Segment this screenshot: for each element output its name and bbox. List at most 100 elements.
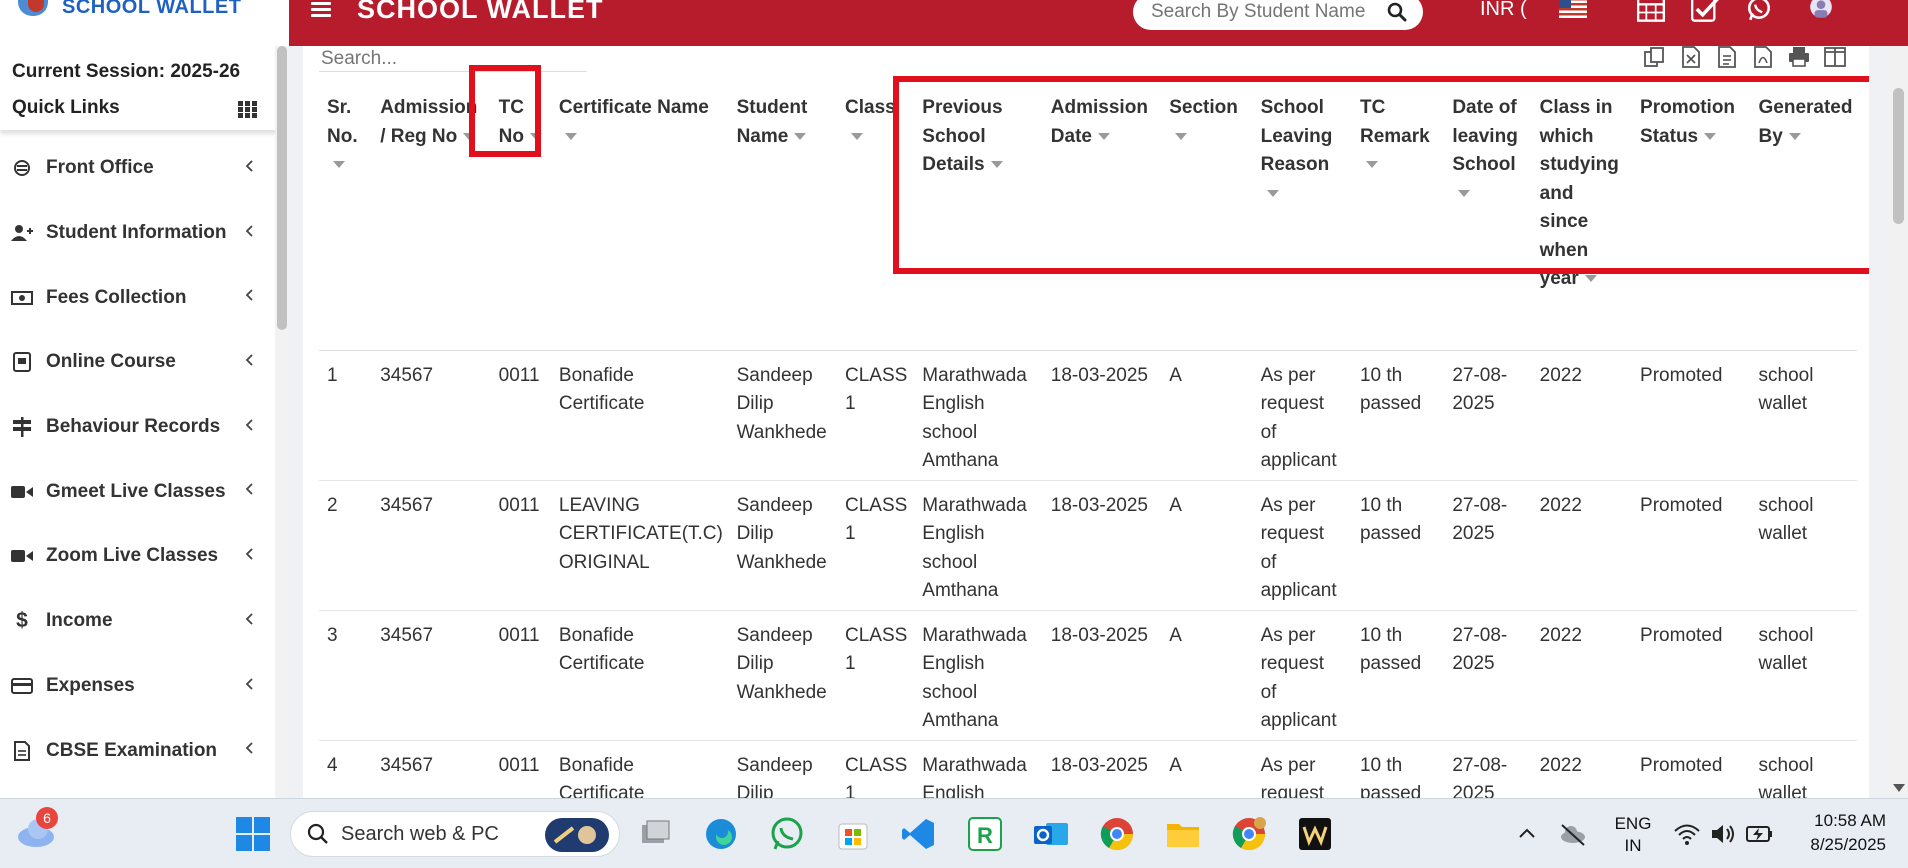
sort-caret-icon[interactable]: [1097, 132, 1110, 140]
table-search-input[interactable]: [319, 46, 587, 72]
sidebar-item-fees-collection[interactable]: Fees Collection: [0, 265, 275, 330]
export-toolbar: [1643, 46, 1847, 68]
sort-caret-icon[interactable]: [333, 161, 345, 169]
column-header[interactable]: Student Name: [728, 94, 837, 351]
chevron-up-icon[interactable]: [1508, 815, 1546, 853]
sidebar-item-gmeet-live-classes[interactable]: Gmeet Live Classes: [0, 459, 275, 524]
sort-caret-icon[interactable]: [1365, 161, 1378, 169]
table-cell: As per request of applicant: [1252, 480, 1352, 611]
table-cell: 34567: [372, 350, 491, 481]
student-search-box: [1133, 0, 1423, 30]
notification-badge: 6: [36, 807, 58, 829]
onedrive-offline-icon[interactable]: [1554, 815, 1592, 853]
column-header[interactable]: Sr. No.: [319, 94, 373, 351]
scroll-down-arrow-icon[interactable]: [1893, 784, 1905, 792]
page-scrollbar[interactable]: [1889, 46, 1908, 798]
sidebar-item-zoom-live-classes[interactable]: Zoom Live Classes: [0, 524, 275, 589]
wifi-icon[interactable]: [1668, 815, 1706, 853]
brand-logo-area[interactable]: SCHOOL WALLET: [0, 0, 289, 46]
table-cell: school wallet: [1750, 610, 1857, 741]
search-icon[interactable]: [1387, 2, 1407, 22]
sidebar-item-behaviour-records[interactable]: Behaviour Records: [0, 395, 275, 460]
column-header[interactable]: TC Remark: [1351, 94, 1445, 351]
column-header[interactable]: Class: [837, 94, 915, 351]
pdf-icon[interactable]: [1751, 46, 1775, 68]
taskbar-search-box[interactable]: Search web & PC: [290, 811, 620, 857]
sort-caret-icon[interactable]: [529, 132, 542, 140]
table-row[interactable]: 4 34567 0011 Bonafide Certificate Sandeep Di…: [319, 740, 1857, 798]
column-header[interactable]: Previous School Details: [914, 94, 1043, 351]
column-header[interactable]: Admission / Reg No: [372, 94, 491, 351]
table-row[interactable]: 2 34567 0011 LEAVING CERTIFICATE(T.C) ORIGI…: [319, 480, 1857, 611]
sort-caret-icon[interactable]: [564, 132, 577, 140]
system-clock[interactable]: 10:58 AM 8/25/2025: [1796, 809, 1886, 857]
sort-caret-icon[interactable]: [1584, 275, 1597, 283]
copy-icon[interactable]: [1643, 46, 1667, 68]
columns-icon[interactable]: [1823, 46, 1847, 68]
chevron-left-icon: [245, 483, 253, 496]
profile-icon[interactable]: [1807, 0, 1835, 22]
chrome-profile-icon[interactable]: [1230, 815, 1268, 853]
chevron-left-icon: [245, 225, 253, 237]
sidebar-item-front-office[interactable]: Front Office: [0, 136, 275, 201]
file-explorer-icon[interactable]: [1164, 815, 1202, 853]
column-header[interactable]: Generated By: [1750, 94, 1857, 351]
us-flag-icon[interactable]: [1559, 0, 1587, 22]
input-language-indicator[interactable]: ENG IN: [1612, 813, 1654, 857]
sort-caret-icon[interactable]: [463, 132, 476, 140]
table-cell: Promoted: [1632, 480, 1751, 611]
outlook-icon[interactable]: [1032, 815, 1070, 853]
table-cell: 18-03-2025: [1042, 610, 1162, 741]
r-app-icon[interactable]: R: [966, 815, 1004, 853]
currency-selector[interactable]: INR (: [1480, 0, 1527, 21]
sort-caret-icon[interactable]: [990, 161, 1003, 169]
column-header[interactable]: TC No: [490, 94, 551, 351]
chrome-icon[interactable]: [1098, 815, 1136, 853]
menu-toggle-icon[interactable]: [311, 2, 331, 18]
task-check-icon[interactable]: [1691, 0, 1719, 22]
sort-caret-icon[interactable]: [794, 132, 807, 140]
microsoft-store-icon[interactable]: [834, 815, 872, 853]
volume-icon[interactable]: [1704, 815, 1742, 853]
whatsapp-icon[interactable]: [1745, 0, 1773, 22]
column-header[interactable]: Certificate Name: [550, 94, 729, 351]
sidebar-item-cbse-examination[interactable]: CBSE Examination: [0, 718, 275, 783]
windows-start-icon[interactable]: [234, 815, 272, 853]
sidebar-item-online-course[interactable]: Online Course: [0, 330, 275, 395]
table-row[interactable]: 1 34567 0011 Bonafide Certificate Sandeep Di…: [319, 350, 1857, 481]
sidebar-item-income[interactable]: $ Income: [0, 589, 275, 654]
table-cell: Marathwada English school Amthana: [914, 480, 1043, 611]
calendar-grid-icon[interactable]: [1637, 0, 1665, 22]
sort-caret-icon[interactable]: [1788, 132, 1801, 140]
edge-browser-icon[interactable]: [702, 815, 740, 853]
column-header[interactable]: School Leaving Reason: [1252, 94, 1352, 351]
whatsapp-app-icon[interactable]: [768, 815, 806, 853]
sort-caret-icon[interactable]: [1704, 132, 1717, 140]
sidebar-scroll-thumb[interactable]: [277, 46, 287, 330]
wix-app-icon[interactable]: [1296, 815, 1334, 853]
sort-caret-icon[interactable]: [851, 132, 863, 140]
sidebar-item-student-information[interactable]: Student Information: [0, 201, 275, 266]
battery-charging-icon[interactable]: [1740, 815, 1778, 853]
student-search-input[interactable]: [1151, 1, 1371, 23]
task-view-icon[interactable]: [636, 815, 674, 853]
page-scroll-thumb[interactable]: [1893, 88, 1904, 224]
csv-icon[interactable]: [1715, 46, 1739, 68]
column-header[interactable]: Date of leaving School: [1444, 94, 1532, 351]
sort-caret-icon[interactable]: [1266, 189, 1279, 197]
vscode-icon[interactable]: [900, 815, 938, 853]
table-cell: Bonafide Certificate: [550, 610, 729, 741]
column-header[interactable]: Admission Date: [1042, 94, 1162, 351]
table-row[interactable]: 3 34567 0011 Bonafide Certificate Sandeep Di…: [319, 610, 1857, 741]
table-cell: A: [1161, 610, 1253, 741]
excel-icon[interactable]: [1679, 46, 1703, 68]
sort-caret-icon[interactable]: [1458, 189, 1471, 197]
column-header[interactable]: Class in which studying and since when y…: [1531, 94, 1633, 351]
column-header[interactable]: Promotion Status: [1632, 94, 1751, 351]
sidebar-scrollbar[interactable]: [275, 46, 289, 798]
sidebar-item-expenses[interactable]: Expenses: [0, 654, 275, 719]
apps-grid-icon[interactable]: [238, 101, 258, 118]
column-header[interactable]: Section: [1161, 94, 1253, 351]
sort-caret-icon[interactable]: [1175, 132, 1188, 140]
print-icon[interactable]: [1787, 46, 1811, 68]
